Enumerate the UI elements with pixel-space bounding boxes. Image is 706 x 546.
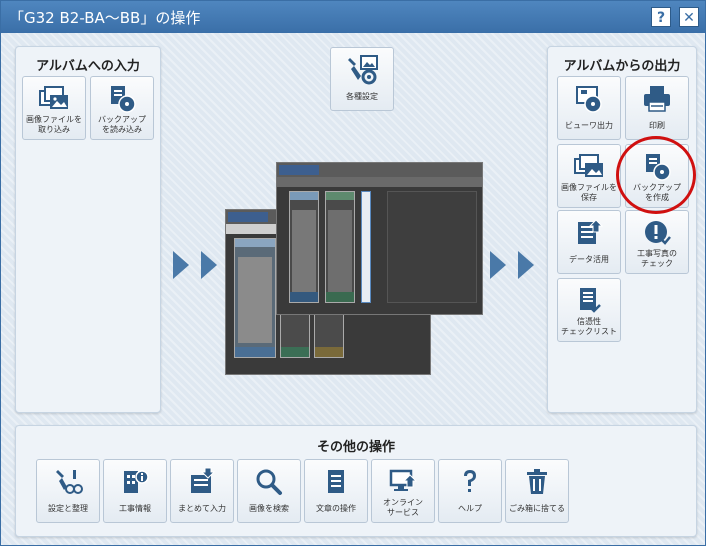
print-button[interactable]: 印刷 — [625, 76, 689, 140]
import-image-files-button[interactable]: 画像ファイルを 取り込み — [22, 76, 86, 140]
search-images-button[interactable]: 画像を検索 — [237, 459, 301, 523]
data-export-button[interactable]: データ活用 — [557, 210, 621, 274]
construction-info-button[interactable]: 工事情報 — [103, 459, 167, 523]
other-operations-title: その他の操作 — [316, 440, 395, 455]
data-export-label: データ活用 — [569, 255, 609, 264]
printer-icon — [626, 83, 688, 115]
photo-check-icon — [626, 217, 688, 249]
data-export-icon — [558, 217, 620, 249]
document-operation-button[interactable]: 文章の操作 — [304, 459, 368, 523]
batch-input-icon — [171, 466, 233, 498]
other-operations-panel: その他の操作 設定と整理 工事情報 まとめて入力 画像を検索 文章の操作 オンラ… — [15, 425, 697, 537]
print-label: 印刷 — [649, 121, 665, 130]
help-menu-label: ヘルプ — [458, 504, 482, 513]
highlight-ring — [616, 136, 696, 214]
image-save-icon — [558, 151, 620, 183]
building-info-icon — [104, 466, 166, 498]
settings-organize-label: 設定と整理 — [48, 504, 88, 513]
save-image-files-label: 画像ファイルを 保存 — [561, 183, 617, 202]
document-icon — [305, 466, 367, 498]
load-backup-button[interactable]: バックアップ を読み込み — [90, 76, 154, 140]
settings-button[interactable]: 各種設定 — [330, 47, 394, 111]
viewer-output-label: ビューワ出力 — [565, 121, 613, 130]
photo-check-label: 工事写真の チェック — [637, 249, 677, 268]
checklist-button[interactable]: 信憑性 チェックリスト — [557, 278, 621, 342]
dialog-content: アルバムへの入力 画像ファイルを 取り込み バックアップ を読み込み 各種設定 … — [1, 33, 705, 545]
album-input-title: アルバムへの入力 — [36, 59, 140, 74]
help-button[interactable]: ? — [651, 7, 671, 27]
flow-arrow-left-2 — [201, 251, 217, 279]
trash-button[interactable]: ごみ箱に捨てる — [505, 459, 569, 523]
album-preview-front — [276, 162, 483, 315]
photo-check-button[interactable]: 工事写真の チェック — [625, 210, 689, 274]
settings-tools-icon — [331, 54, 393, 86]
window-title: 「G32 B2-BA～BB」の操作 — [9, 9, 201, 27]
save-image-files-button[interactable]: 画像ファイルを 保存 — [557, 144, 621, 208]
tools-icon — [37, 466, 99, 498]
album-input-panel: アルバムへの入力 画像ファイルを 取り込み バックアップ を読み込み — [15, 46, 161, 413]
operation-dialog: 「G32 B2-BA～BB」の操作 ? ✕ アルバムへの入力 画像ファイルを 取… — [0, 0, 706, 546]
backup-load-icon — [91, 83, 153, 115]
online-service-button[interactable]: オンライン サービス — [371, 459, 435, 523]
trash-icon — [506, 466, 568, 498]
online-service-icon — [372, 466, 434, 498]
import-image-files-label: 画像ファイルを 取り込み — [26, 115, 82, 134]
album-output-panel: アルバムからの出力 ビューワ出力 印刷 画像ファイルを 保存 バックアップ を作… — [547, 46, 697, 413]
title-bar: 「G32 B2-BA～BB」の操作 ? ✕ — [1, 1, 705, 33]
album-output-title: アルバムからの出力 — [563, 59, 681, 74]
help-menu-button[interactable]: ヘルプ — [438, 459, 502, 523]
checklist-label: 信憑性 チェックリスト — [561, 317, 617, 336]
viewer-output-button[interactable]: ビューワ出力 — [557, 76, 621, 140]
settings-label: 各種設定 — [346, 92, 378, 101]
document-operation-label: 文章の操作 — [316, 504, 356, 513]
construction-info-label: 工事情報 — [119, 504, 151, 513]
trash-label: ごみ箱に捨てる — [509, 504, 565, 513]
checklist-icon — [558, 285, 620, 317]
help-icon — [439, 466, 501, 498]
flow-arrow-right-1 — [490, 251, 506, 279]
viewer-output-icon — [558, 83, 620, 115]
flow-arrow-right-2 — [518, 251, 534, 279]
close-button[interactable]: ✕ — [679, 7, 699, 27]
flow-arrow-left-1 — [173, 251, 189, 279]
search-icon — [238, 466, 300, 498]
batch-input-label: まとめて入力 — [178, 504, 226, 513]
load-backup-label: バックアップ を読み込み — [98, 115, 146, 134]
batch-input-button[interactable]: まとめて入力 — [170, 459, 234, 523]
search-images-label: 画像を検索 — [249, 504, 289, 513]
settings-organize-button[interactable]: 設定と整理 — [36, 459, 100, 523]
image-files-icon — [23, 83, 85, 115]
online-service-label: オンライン サービス — [383, 498, 423, 517]
